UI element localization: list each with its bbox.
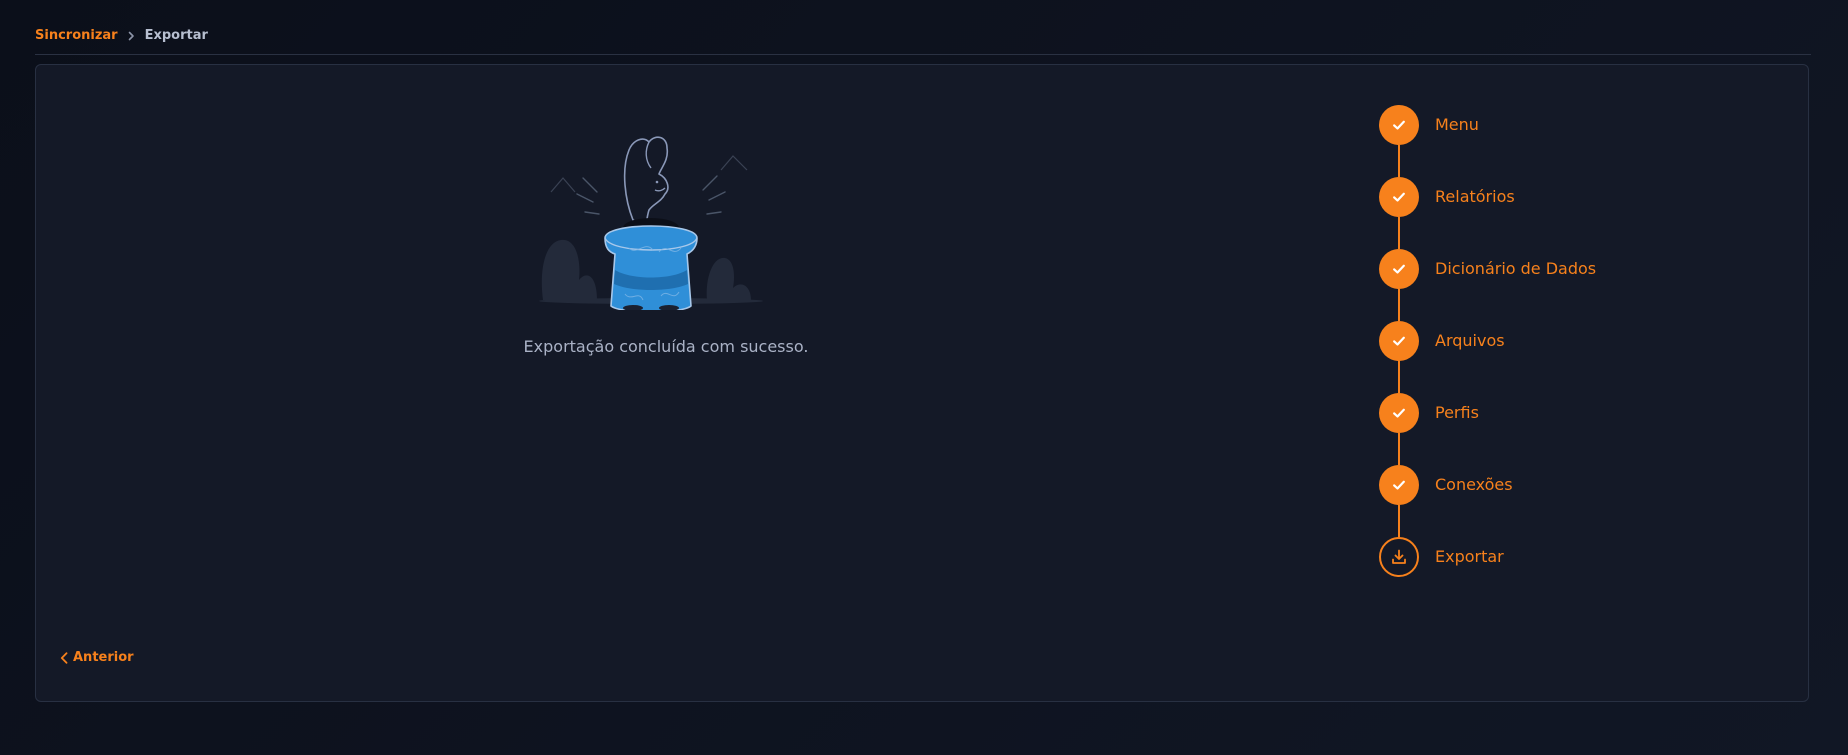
check-icon	[1393, 336, 1405, 346]
breadcrumb-current: Exportar	[144, 28, 208, 43]
check-icon	[1393, 408, 1405, 418]
step-circle	[1379, 321, 1419, 361]
download-icon	[1392, 549, 1406, 564]
success-illustration	[539, 136, 763, 310]
step-relatorios[interactable]: Relatórios	[1379, 177, 1596, 249]
step-arquivos[interactable]: Arquivos	[1379, 321, 1596, 393]
check-icon	[1393, 192, 1405, 202]
step-connector	[1398, 433, 1400, 465]
breadcrumb-sincronizar-link[interactable]: Sincronizar	[35, 28, 118, 43]
step-circle	[1379, 465, 1419, 505]
step-circle	[1379, 105, 1419, 145]
step-connector	[1398, 217, 1400, 249]
step-connector	[1398, 289, 1400, 321]
step-label: Menu	[1435, 115, 1479, 134]
step-connector	[1398, 505, 1400, 537]
step-label: Dicionário de Dados	[1435, 259, 1597, 278]
step-label: Perfis	[1435, 403, 1479, 422]
step-connector	[1398, 361, 1400, 393]
step-label: Exportar	[1435, 547, 1504, 566]
step-exportar[interactable]: Exportar	[1379, 537, 1596, 609]
step-circle-current	[1379, 537, 1419, 577]
step-label: Relatórios	[1435, 187, 1515, 206]
step-circle	[1379, 393, 1419, 433]
step-dicionario-de-dados[interactable]: Dicionário de Dados	[1379, 249, 1596, 321]
export-stepper: Menu Relatórios Dicionário de Dados Arqu…	[1379, 105, 1596, 609]
breadcrumb: Sincronizar Exportar	[35, 28, 208, 43]
previous-button-label: Anterior	[73, 650, 134, 665]
chevron-right-icon	[128, 31, 135, 41]
step-perfis[interactable]: Perfis	[1379, 393, 1596, 465]
chevron-left-icon	[60, 651, 68, 664]
step-conexoes[interactable]: Conexões	[1379, 465, 1596, 537]
step-connector	[1398, 145, 1400, 177]
step-label: Conexões	[1435, 475, 1513, 494]
export-card: Exportação concluída com sucesso. Menu R…	[35, 64, 1809, 702]
check-icon	[1393, 480, 1405, 490]
step-menu[interactable]: Menu	[1379, 105, 1596, 177]
success-message: Exportação concluída com sucesso.	[523, 337, 809, 356]
step-circle	[1379, 249, 1419, 289]
header-divider	[35, 54, 1811, 55]
previous-button[interactable]: Anterior	[60, 650, 134, 665]
step-circle	[1379, 177, 1419, 217]
step-label: Arquivos	[1435, 331, 1505, 350]
check-icon	[1393, 264, 1405, 274]
check-icon	[1393, 120, 1405, 130]
